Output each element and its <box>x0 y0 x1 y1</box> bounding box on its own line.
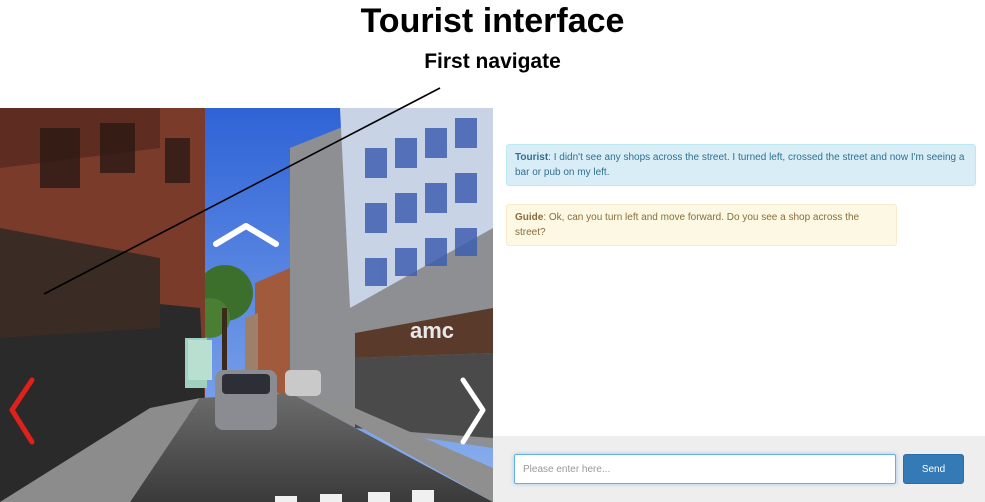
message-speaker: Guide <box>515 212 544 223</box>
street-scene-image: amc <box>0 108 493 502</box>
chevron-up-icon <box>213 223 279 247</box>
turn-left-button[interactable] <box>4 376 40 448</box>
figure-title: Tourist interface <box>360 2 625 40</box>
street-view-panorama[interactable]: amc <box>0 108 493 502</box>
navigate-forward-button[interactable] <box>212 218 280 252</box>
chat-message-tourist: Tourist: I didn't see any shops across t… <box>506 144 976 186</box>
message-text: I didn't see any shops across the street… <box>515 152 965 178</box>
chat-input-bar: Send <box>493 436 985 502</box>
figure-subtitle: First navigate <box>424 50 561 73</box>
send-button[interactable]: Send <box>903 454 964 484</box>
message-text: Ok, can you turn left and move forward. … <box>515 212 860 238</box>
chat-panel: Tourist: I didn't see any shops across t… <box>493 108 985 502</box>
chat-message-input[interactable] <box>514 454 896 484</box>
chat-message-guide: Guide: Ok, can you turn left and move fo… <box>506 204 897 246</box>
chevron-left-icon <box>9 377 35 445</box>
chevron-right-icon <box>460 377 486 445</box>
turn-right-button[interactable] <box>455 376 491 448</box>
message-speaker: Tourist <box>515 152 549 163</box>
svg-text:amc: amc <box>410 318 454 343</box>
